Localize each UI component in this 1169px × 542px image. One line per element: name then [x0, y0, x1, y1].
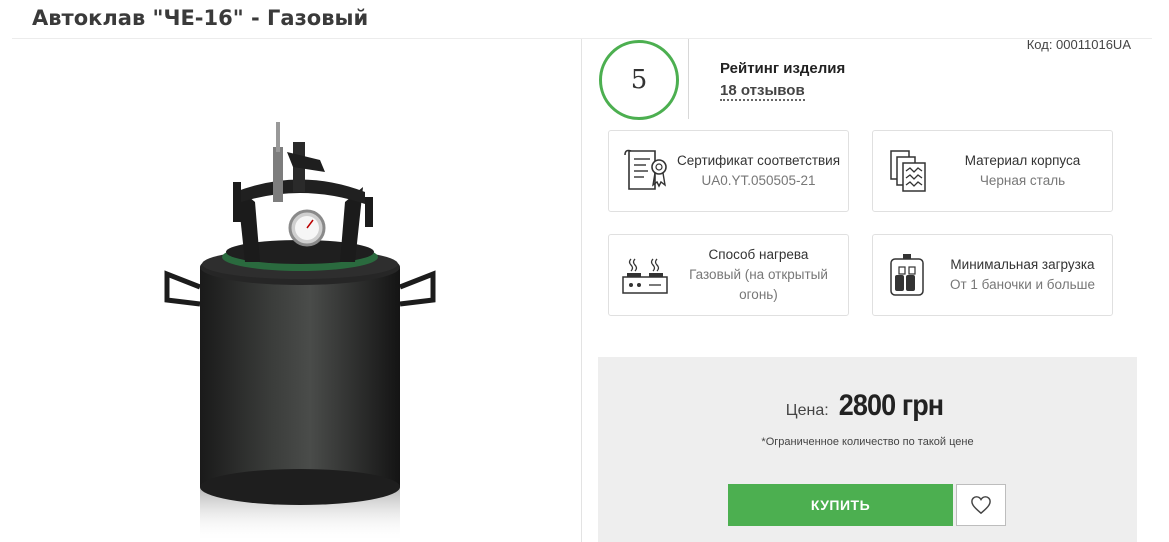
feature-card-material: Материал корпуса Черная сталь — [872, 130, 1113, 212]
feature-title: Способ нагрева — [708, 247, 809, 262]
feature-card-load: Минимальная загрузка От 1 баночки и боль… — [872, 234, 1113, 316]
feature-card-certificate: Сертификат соответствия UA0.YT.050505-21 — [608, 130, 849, 212]
product-image[interactable] — [115, 42, 515, 542]
material-icon — [890, 150, 926, 192]
feature-title: Минимальная загрузка — [950, 257, 1095, 272]
rating-circle: 5 — [599, 40, 679, 120]
certificate-icon — [624, 149, 667, 190]
price-box: Цена: 2800 грн *Ограниченное количество … — [598, 357, 1137, 542]
feature-value: UA0.YT.050505-21 — [701, 173, 816, 188]
heart-icon — [971, 496, 991, 515]
price-label: Цена: — [785, 402, 829, 419]
feature-title: Сертификат соответствия — [676, 153, 841, 168]
reviews-link[interactable]: 18 отзывов — [720, 82, 805, 101]
feature-title: Материал корпуса — [964, 153, 1081, 168]
price-note: *Ограниченное количество по такой цене — [761, 436, 974, 448]
column-divider — [581, 39, 582, 542]
feature-value: От 1 баночки и больше — [949, 277, 1095, 292]
feature-card-heating: Способ нагрева Газовый (на открытый огон… — [608, 234, 849, 316]
product-title: Автоклав "ЧЕ-16" - Газовый — [32, 6, 369, 30]
rating-label: Рейтинг изделия — [720, 60, 846, 77]
price-line: Цена: 2800 грн — [598, 389, 1137, 423]
price-value: 2800 грн — [838, 389, 944, 422]
product-code: Код: 00011016UA — [1026, 37, 1131, 52]
buy-button[interactable]: КУПИТЬ — [728, 484, 953, 526]
rating-divider — [688, 39, 689, 119]
jars-icon — [890, 254, 924, 296]
favorite-button[interactable] — [956, 484, 1006, 526]
feature-value: Черная сталь — [979, 173, 1066, 188]
stove-icon — [622, 258, 668, 294]
feature-value: Газовый (на открытый огонь) — [689, 267, 828, 302]
title-divider — [12, 38, 1152, 39]
